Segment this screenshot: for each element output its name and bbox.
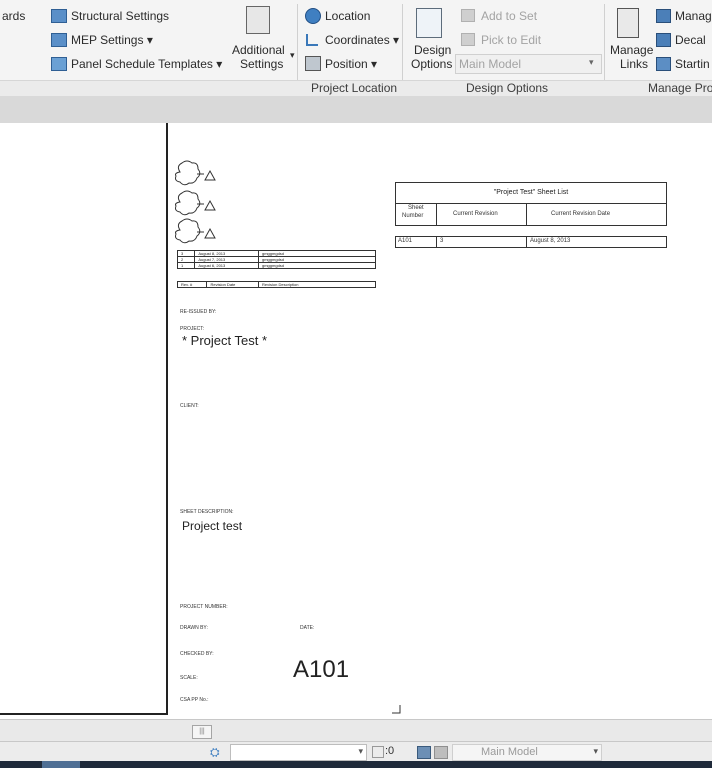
design-option-icon[interactable] bbox=[434, 746, 448, 759]
rev-cell: gmggmgdsd bbox=[258, 262, 376, 269]
editable-only-icon[interactable] bbox=[417, 746, 431, 759]
row-sheet-number: A101 bbox=[398, 238, 413, 244]
label-checked-by: CHECKED BY: bbox=[180, 651, 214, 657]
manage-images-button[interactable]: Manag bbox=[675, 9, 712, 23]
manage-links-label2[interactable]: Links bbox=[620, 57, 648, 71]
panel-title-design-options: Design Options bbox=[466, 81, 549, 95]
coordinates-button[interactable]: Coordinates ▾ bbox=[325, 33, 399, 47]
view-tab-bar bbox=[0, 96, 712, 124]
panel-schedule-templates-button[interactable]: Panel Schedule Templates ▾ bbox=[71, 57, 222, 71]
filter-icon[interactable] bbox=[372, 746, 384, 758]
sheet-border-left bbox=[0, 123, 168, 715]
additional-settings-label1[interactable]: Additional bbox=[232, 43, 285, 57]
manage-links-label1[interactable]: Manage bbox=[610, 43, 653, 57]
col-header-text: Number bbox=[402, 213, 424, 219]
col-header-current-revision: Current Revision bbox=[436, 203, 527, 225]
status-main-model-value: Main Model bbox=[481, 746, 538, 758]
label-project: PROJECT: bbox=[180, 326, 205, 332]
position-button[interactable]: Position ▾ bbox=[325, 57, 377, 71]
revision-header: Rev. # Revision Date Revision Description bbox=[176, 281, 376, 288]
design-options-label1[interactable]: Design bbox=[414, 43, 451, 57]
ribbon: ards Structural Settings MEP Settings ▾ … bbox=[0, 0, 712, 97]
label-reissued: RE-ISSUED BY: bbox=[180, 309, 217, 315]
main-model-select-value: Main Model bbox=[459, 57, 522, 71]
label-sheet-description: SHEET DESCRIPTION: bbox=[180, 509, 234, 515]
crop-corner-mark bbox=[392, 705, 401, 714]
table-row[interactable]: A101 3 August 8, 2013 bbox=[395, 236, 667, 248]
label-drawn-by: DRAWN BY: bbox=[180, 625, 208, 631]
selection-count: :0 bbox=[385, 745, 395, 757]
manage-links-icon bbox=[617, 8, 639, 38]
col-header-current-revision-date: Current Revision Date bbox=[551, 211, 611, 217]
structural-settings-icon bbox=[51, 9, 67, 23]
project-name: * Project Test * bbox=[182, 333, 268, 348]
table-row: 1 August 6, 2013 gmggmgdsd bbox=[176, 262, 376, 269]
decal-icon bbox=[656, 33, 671, 47]
status-bar: ⛭ ▾ :0 Main Model ▾ bbox=[0, 741, 712, 762]
label-scale: SCALE: bbox=[180, 675, 198, 681]
main-model-select[interactable]: Main Model ▾ bbox=[455, 54, 602, 74]
chevron-down-icon[interactable]: ▾ bbox=[290, 50, 295, 61]
label-date: DATE: bbox=[300, 625, 315, 631]
label-project-number: PROJECT NUMBER: bbox=[180, 604, 228, 610]
workset-select[interactable]: ▾ bbox=[230, 744, 367, 761]
mep-settings-icon bbox=[51, 33, 67, 47]
pick-to-edit-icon bbox=[461, 33, 475, 46]
sheet-list-schedule[interactable]: "Project Test" Sheet List Sheet Number C… bbox=[395, 182, 667, 226]
coordinates-icon bbox=[306, 34, 318, 46]
design-options-label2[interactable]: Options bbox=[411, 57, 452, 71]
manage-images-icon bbox=[656, 9, 671, 23]
location-button[interactable]: Location bbox=[325, 9, 370, 23]
scrollbar-thumb[interactable]: ||| bbox=[192, 725, 212, 739]
sheet-number-large: A101 bbox=[293, 656, 350, 683]
add-to-set-icon bbox=[461, 9, 475, 22]
revision-clouds bbox=[175, 160, 216, 244]
rev-cell: August 6, 2013 bbox=[194, 262, 259, 269]
decal-button[interactable]: Decal bbox=[675, 33, 706, 47]
mep-settings-button[interactable]: MEP Settings ▾ bbox=[71, 33, 153, 47]
rev-header-date: Revision Date bbox=[206, 281, 259, 288]
col-header-text: Sheet bbox=[408, 205, 424, 211]
taskbar-app-button[interactable] bbox=[42, 761, 80, 768]
position-icon bbox=[305, 56, 321, 71]
sheet-description: Project test bbox=[182, 519, 243, 533]
rev-cell: 1 bbox=[176, 262, 196, 269]
additional-settings-label2[interactable]: Settings bbox=[240, 57, 283, 71]
taskbar bbox=[0, 761, 712, 768]
label-client: CLIENT: bbox=[180, 403, 199, 409]
cell-divider bbox=[526, 237, 527, 247]
cell-divider bbox=[436, 237, 437, 247]
additional-settings-icon bbox=[246, 6, 270, 34]
panel-schedule-templates-icon bbox=[51, 57, 67, 71]
location-globe-icon bbox=[305, 8, 321, 24]
panel-title-manage-project: Manage Proj bbox=[648, 81, 712, 95]
label-csa: CSA PP No.: bbox=[180, 697, 209, 703]
row-revision-date: August 8, 2013 bbox=[530, 238, 571, 244]
ribbon-truncated-label[interactable]: ards bbox=[2, 9, 25, 23]
design-options-icon bbox=[416, 8, 442, 38]
col-header-text: Current Revision bbox=[453, 211, 498, 217]
rev-header-desc: Revision Description bbox=[258, 281, 376, 288]
horizontal-scrollbar[interactable]: ||| bbox=[0, 719, 712, 742]
col-header-sheet-number: Sheet Number bbox=[396, 203, 437, 225]
revision-block: 3 August 8, 2013 gmggmgdsd 2 August 7, 2013… bbox=[176, 250, 376, 269]
chevron-down-icon: ▾ bbox=[593, 746, 598, 756]
add-to-set-button[interactable]: Add to Set bbox=[481, 9, 537, 23]
chevron-down-icon: ▾ bbox=[589, 57, 594, 67]
row-revision: 3 bbox=[440, 238, 444, 244]
schedule-title: "Project Test" Sheet List bbox=[396, 183, 666, 204]
starting-view-icon bbox=[656, 57, 671, 71]
structural-settings-button[interactable]: Structural Settings bbox=[71, 9, 169, 23]
starting-view-button[interactable]: Startin bbox=[675, 57, 710, 71]
chevron-down-icon: ▾ bbox=[358, 746, 363, 756]
pick-to-edit-button[interactable]: Pick to Edit bbox=[481, 33, 541, 47]
rev-header-num: Rev. # bbox=[176, 281, 208, 288]
status-main-model-select[interactable]: Main Model ▾ bbox=[452, 744, 602, 761]
panel-title-project-location: Project Location bbox=[311, 81, 398, 95]
workset-icon[interactable]: ⛭ bbox=[210, 745, 224, 759]
